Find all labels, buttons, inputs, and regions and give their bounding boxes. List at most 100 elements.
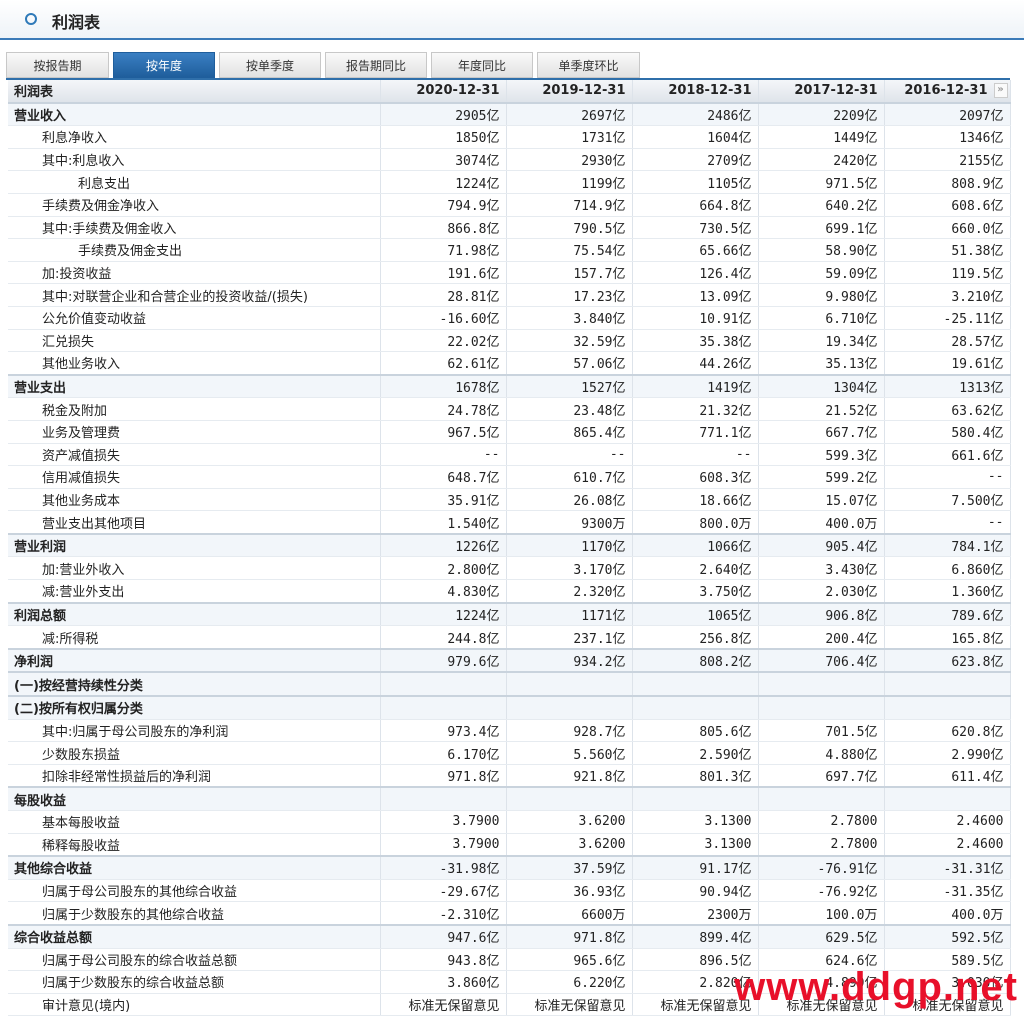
table-cell: 905.4亿 xyxy=(758,533,885,558)
table-cell: 6.220亿 xyxy=(506,970,633,994)
table-cell: 789.6亿 xyxy=(884,602,1011,627)
column-header: 2020-12-31 xyxy=(380,80,507,104)
table-cell: 971.8亿 xyxy=(380,764,507,788)
table-cell: 标准无保留意见 xyxy=(380,993,507,1016)
table-cell: -25.11亿 xyxy=(884,306,1011,330)
table-row: 营业支出 1678亿 1527亿 1419亿 1304亿 1313亿 xyxy=(8,374,1011,399)
table-row: 其中:归属于母公司股东的净利润 973.4亿 928.7亿 805.6亿 701.5亿 6… xyxy=(8,719,1011,743)
tab-annual-yoy[interactable]: 年度同比 xyxy=(431,52,533,78)
row-label: 汇兑损失 xyxy=(8,329,381,353)
table-row: 少数股东损益 6.170亿 5.560亿 2.590亿 4.880亿 2.990亿 xyxy=(8,741,1011,765)
table-row: 净利润 979.6亿 934.2亿 808.2亿 706.4亿 623.8亿 xyxy=(8,648,1011,673)
table-row: 其他业务收入 62.61亿 57.06亿 44.26亿 35.13亿 19.61亿 xyxy=(8,351,1011,376)
table-cell xyxy=(380,696,507,720)
column-header: 2017-12-31 xyxy=(758,80,885,104)
row-label: 归属于母公司股东的其他综合收益 xyxy=(8,879,381,903)
row-label: 利息净收入 xyxy=(8,125,381,149)
table-cell: 2.590亿 xyxy=(632,741,759,765)
table-cell: 100.0万 xyxy=(758,901,885,926)
table-cell: 1346亿 xyxy=(884,125,1011,149)
table-cell: 2420亿 xyxy=(758,148,885,172)
table-cell: 126.4亿 xyxy=(632,261,759,285)
row-label: 稀释每股收益 xyxy=(8,833,381,857)
row-label: 净利润 xyxy=(8,648,381,673)
table-cell: 23.48亿 xyxy=(506,397,633,421)
table-row: 其中:利息收入 3074亿 2930亿 2709亿 2420亿 2155亿 xyxy=(8,148,1011,172)
row-label: 综合收益总额 xyxy=(8,924,381,949)
table-cell: 979.6亿 xyxy=(380,648,507,673)
table-cell: 592.5亿 xyxy=(884,924,1011,949)
table-cell: 3074亿 xyxy=(380,148,507,172)
table-row: 归属于少数股东的其他综合收益 -2.310亿 6600万 2300万 100.0万 400… xyxy=(8,901,1011,926)
table-cell: 2.320亿 xyxy=(506,579,633,604)
table-row: 其他综合收益 -31.98亿 37.59亿 91.17亿 -76.91亿 -31.31亿 xyxy=(8,856,1011,880)
tab-by-quarter[interactable]: 按单季度 xyxy=(219,52,321,78)
table-cell: 5.560亿 xyxy=(506,741,633,765)
table-cell: 2709亿 xyxy=(632,148,759,172)
table-cell: 7.500亿 xyxy=(884,488,1011,512)
table-cell: 18.66亿 xyxy=(632,488,759,512)
table-cell xyxy=(884,696,1011,720)
table-cell: 3.170亿 xyxy=(506,556,633,581)
table-cell: 934.2亿 xyxy=(506,648,633,673)
table-cell: 1226亿 xyxy=(380,533,507,558)
row-label: (一)按经营持续性分类 xyxy=(8,672,381,697)
table-cell: 640.2亿 xyxy=(758,193,885,217)
row-label: 利润总额 xyxy=(8,602,381,627)
next-page-icon[interactable]: » xyxy=(993,83,1008,98)
table-cell: 28.57亿 xyxy=(884,329,1011,353)
table-cell: 1419亿 xyxy=(632,374,759,399)
table-cell: 237.1亿 xyxy=(506,625,633,650)
table-cell: 28.81亿 xyxy=(380,283,507,307)
table-cell xyxy=(380,787,507,812)
table-cell: 965.6亿 xyxy=(506,948,633,972)
table-cell: 37.59亿 xyxy=(506,856,633,880)
table-cell: 2209亿 xyxy=(758,102,885,127)
table-row: 减:所得税 244.8亿 237.1亿 256.8亿 200.4亿 165.8亿 xyxy=(8,625,1011,650)
table-cell: -- xyxy=(884,510,1011,535)
table-row: (一)按经营持续性分类 xyxy=(8,672,1011,697)
table-cell: 1105亿 xyxy=(632,170,759,194)
column-header: 2018-12-31 xyxy=(632,80,759,104)
page-title: 利润表 xyxy=(52,13,101,32)
table-cell: 21.52亿 xyxy=(758,397,885,421)
table-cell: 608.6亿 xyxy=(884,193,1011,217)
table-cell: 808.9亿 xyxy=(884,170,1011,194)
table-cell: 2486亿 xyxy=(632,102,759,127)
tab-by-year[interactable]: 按年度 xyxy=(113,52,215,78)
column-header: 2016-12-31 » xyxy=(884,80,1011,104)
table-cell: 75.54亿 xyxy=(506,238,633,262)
table-cell: 4.880亿 xyxy=(758,741,885,765)
table-cell: 921.8亿 xyxy=(506,764,633,788)
table-cell: 928.7亿 xyxy=(506,719,633,743)
table-cell: 623.8亿 xyxy=(884,648,1011,673)
table-cell: 2.4600 xyxy=(884,833,1011,857)
table-cell: 2097亿 xyxy=(884,102,1011,127)
table-cell: 1850亿 xyxy=(380,125,507,149)
table-cell: 714.9亿 xyxy=(506,193,633,217)
table-cell: -31.31亿 xyxy=(884,856,1011,880)
row-label: 业务及管理费 xyxy=(8,420,381,444)
table-row: 营业支出其他项目 1.540亿 9300万 800.0万 400.0万 -- xyxy=(8,510,1011,535)
table-cell: -- xyxy=(506,443,633,467)
table-cell: 608.3亿 xyxy=(632,465,759,489)
table-cell: 57.06亿 xyxy=(506,351,633,376)
tab-quarter-qoq[interactable]: 单季度环比 xyxy=(537,52,640,78)
row-label: 归属于少数股东的综合收益总额 xyxy=(8,970,381,994)
table-cell: 648.7亿 xyxy=(380,465,507,489)
row-label: 公允价值变动收益 xyxy=(8,306,381,330)
table-cell xyxy=(758,696,885,720)
row-label: 基本每股收益 xyxy=(8,810,381,834)
column-header: 利润表 xyxy=(8,80,381,104)
table-cell: 2.4600 xyxy=(884,810,1011,834)
tab-report-period-yoy[interactable]: 报告期同比 xyxy=(325,52,427,78)
table-cell: 71.98亿 xyxy=(380,238,507,262)
table-cell: 2.7800 xyxy=(758,833,885,857)
table-cell: 3.860亿 xyxy=(380,970,507,994)
table-cell: 2.800亿 xyxy=(380,556,507,581)
table-cell: 62.61亿 xyxy=(380,351,507,376)
table-cell xyxy=(758,672,885,697)
tab-by-report-period[interactable]: 按报告期 xyxy=(6,52,109,78)
table-row: 综合收益总额 947.6亿 971.8亿 899.4亿 629.5亿 592.5亿 xyxy=(8,924,1011,949)
row-label: 营业利润 xyxy=(8,533,381,558)
